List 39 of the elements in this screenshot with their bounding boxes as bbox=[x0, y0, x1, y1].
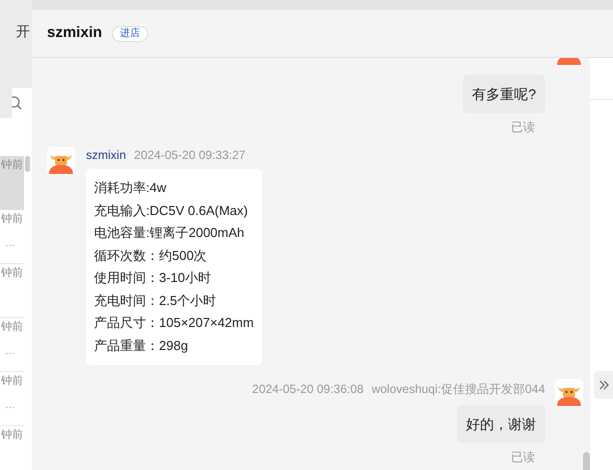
message-time: 2024-05-20 09:36:08 bbox=[252, 381, 364, 397]
message-preview: … bbox=[5, 400, 16, 412]
double-chevron-icon bbox=[598, 380, 608, 390]
message-line: 使用时间：3-10小时 bbox=[94, 269, 212, 287]
expand-button[interactable] bbox=[594, 371, 613, 399]
conversation-time: 钟前 bbox=[1, 266, 23, 280]
conversation-item[interactable]: 钟前 … bbox=[0, 372, 24, 426]
chat-title: szmixin bbox=[47, 23, 102, 44]
conversation-item[interactable]: 钟前 bbox=[0, 264, 24, 318]
sender-name: szmixin bbox=[86, 147, 126, 163]
conversation-item[interactable]: 钟前 … bbox=[0, 210, 24, 264]
search-icon bbox=[12, 96, 24, 110]
conversation-time: 钟前 bbox=[1, 158, 23, 172]
conversation-time: 钟前 bbox=[1, 428, 23, 442]
message-line: 循环次数：约500次 bbox=[94, 246, 208, 264]
search-field[interactable] bbox=[12, 88, 32, 118]
message-line: 产品尺寸：105×207×42mm bbox=[94, 314, 254, 332]
message-line: 消耗功率:4w bbox=[94, 179, 168, 197]
message-bubble: 好的，谢谢 bbox=[457, 405, 545, 443]
scrollbar-thumb[interactable] bbox=[25, 156, 30, 172]
message-preview: … bbox=[5, 238, 16, 250]
read-status: 已读 bbox=[511, 449, 535, 465]
message-line: 充电时间：2.5个小时 bbox=[94, 292, 218, 310]
message-line: 充电输入:DC5V 0.6A(Max) bbox=[94, 202, 249, 220]
conversation-time: 钟前 bbox=[1, 374, 23, 388]
conversation-item[interactable]: 钟前 … bbox=[0, 318, 24, 372]
sender-name: woloveshuqi:促佳搜品开发部044 bbox=[372, 381, 545, 397]
conversation-item[interactable]: 钟前 bbox=[0, 156, 24, 210]
message-line: 电池容量:锂离子2000mAh bbox=[94, 224, 246, 242]
sidebar-title: 开 bbox=[16, 22, 30, 40]
message-preview: … bbox=[5, 346, 16, 358]
shop-link[interactable]: 进店 bbox=[112, 26, 148, 42]
message-time: 2024-05-20 09:33:27 bbox=[134, 147, 246, 163]
message-line: 产品重量：298g bbox=[94, 336, 189, 355]
scrollbar-thumb[interactable] bbox=[583, 452, 590, 470]
message-bubble: 有多重呢? bbox=[463, 75, 545, 113]
read-status: 已读 bbox=[511, 119, 535, 135]
conversation-time: 钟前 bbox=[1, 212, 23, 226]
conversation-time: 钟前 bbox=[1, 320, 23, 334]
